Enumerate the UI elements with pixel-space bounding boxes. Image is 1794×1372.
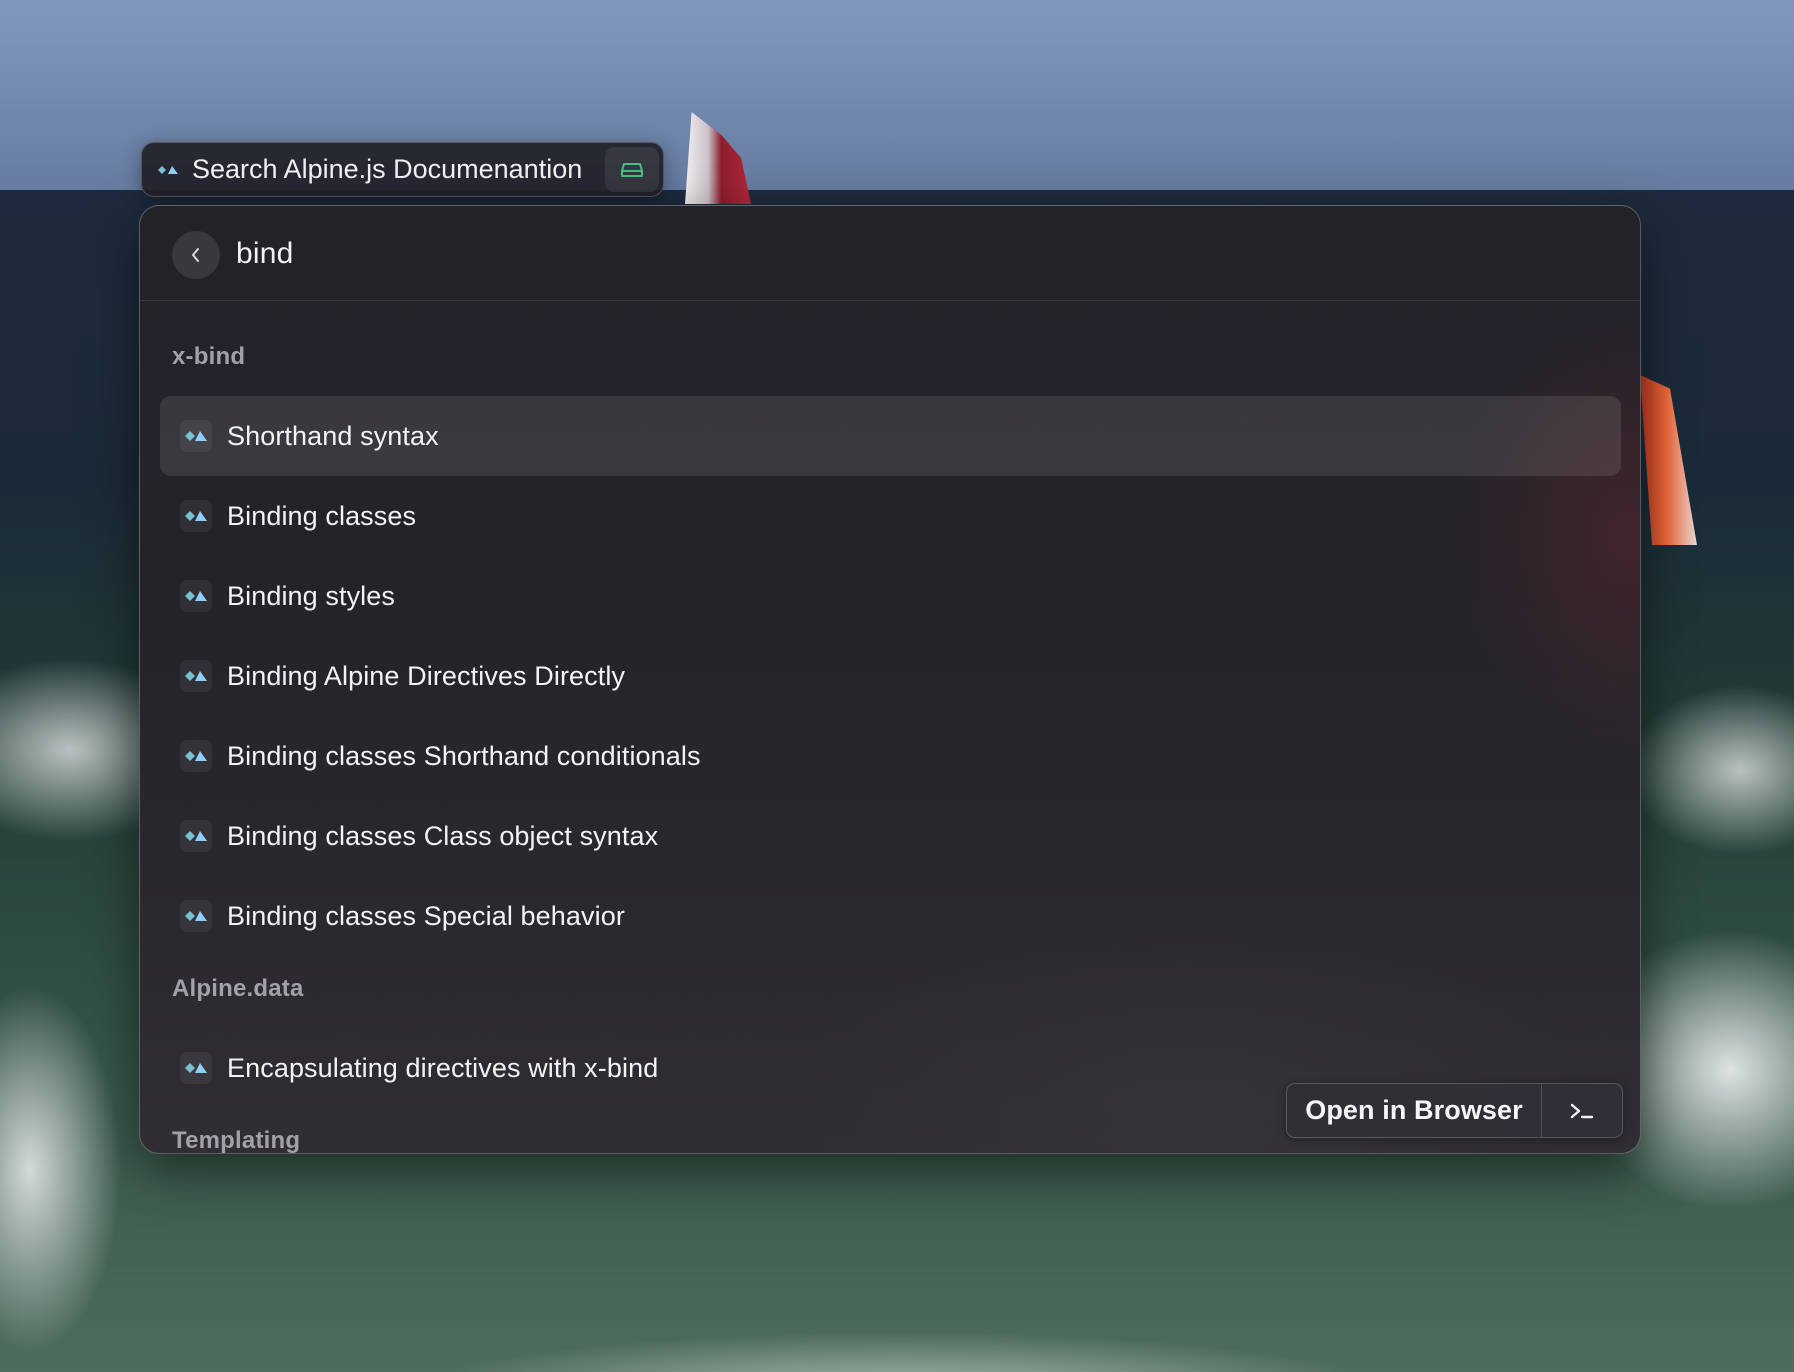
search-pill[interactable]: Search Alpine.js Documenantion <box>141 142 664 197</box>
section-header-x-bind: x-bind <box>172 343 246 370</box>
alpine-logo-icon <box>180 1052 212 1084</box>
result-item-label: Binding classes <box>227 500 417 531</box>
result-item-binding-classes-special[interactable]: Binding classes Special behavior <box>160 876 1621 956</box>
back-button[interactable] <box>172 231 220 279</box>
results-list: x-bind Shorthand syntax Binding classes … <box>140 301 1640 1154</box>
storage-icon[interactable] <box>605 147 659 192</box>
search-header: bind <box>140 206 1640 301</box>
result-item-binding-styles[interactable]: Binding styles <box>160 556 1621 636</box>
section-header-alpine-data: Alpine.data <box>172 975 304 1002</box>
terminal-icon <box>1570 1103 1594 1118</box>
result-item-label: Shorthand syntax <box>227 420 439 451</box>
result-item-label: Binding Alpine Directives Directly <box>227 660 626 691</box>
terminal-button[interactable] <box>1542 1084 1622 1137</box>
search-query-input[interactable]: bind <box>236 237 294 271</box>
result-item-binding-alpine-directives[interactable]: Binding Alpine Directives Directly <box>160 636 1621 716</box>
result-item-label: Binding classes Special behavior <box>227 900 625 931</box>
result-item-binding-classes[interactable]: Binding classes <box>160 476 1621 556</box>
alpine-logo-icon <box>180 740 212 772</box>
chevron-left-icon <box>192 248 199 262</box>
section-header-templating: Templating <box>172 1127 301 1154</box>
alpine-logo-icon <box>180 900 212 932</box>
result-item-binding-classes-object[interactable]: Binding classes Class object syntax <box>160 796 1621 876</box>
action-bar: Open in Browser <box>1286 1083 1623 1138</box>
result-item-binding-classes-shorthand[interactable]: Binding classes Shorthand conditionals <box>160 716 1621 796</box>
result-item-label: Encapsulating directives with x-bind <box>227 1052 659 1083</box>
result-item-label: Binding classes Shorthand conditionals <box>227 740 701 771</box>
search-results-panel: bind x-bind Shorthand syntax Binding cla… <box>139 205 1641 1154</box>
alpine-logo-icon <box>180 660 212 692</box>
alpine-logo-icon <box>180 420 212 452</box>
alpine-logo-icon <box>180 500 212 532</box>
search-pill-label: Search Alpine.js Documenantion <box>192 154 583 184</box>
result-item-label: Binding classes Class object syntax <box>227 820 659 851</box>
open-in-browser-button[interactable]: Open in Browser <box>1287 1084 1542 1137</box>
result-item-shorthand-syntax[interactable]: Shorthand syntax <box>160 396 1621 476</box>
alpine-logo-icon <box>180 580 212 612</box>
result-item-label: Binding styles <box>227 580 395 611</box>
alpine-logo-icon <box>158 163 178 177</box>
alpine-logo-icon <box>180 820 212 852</box>
